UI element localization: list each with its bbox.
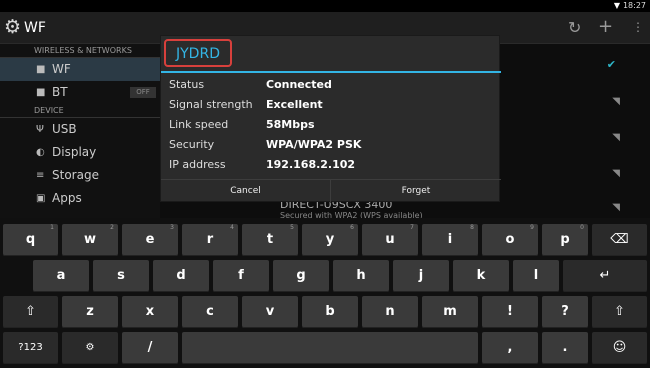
key-exclamation[interactable]: ! [482,296,538,328]
key-m[interactable]: m [422,296,478,328]
storage-icon: ≡ [36,170,45,181]
dialog-title: JYDRD [164,39,232,67]
apps-icon: ▣ [36,193,46,204]
check-icon: ✔ [606,58,616,71]
key-h[interactable]: h [333,260,389,292]
backspace-icon: ⌫ [610,232,629,247]
sidebar-item-usb[interactable]: Ψ USB [0,118,160,141]
detail-value: 58Mbps [266,118,315,131]
detail-value: 192.168.2.102 [266,158,356,171]
wifi-lock-icon: ◥ [612,168,620,179]
key-x[interactable]: x [122,296,178,328]
key-k[interactable]: k [453,260,509,292]
cancel-button[interactable]: Cancel [161,180,331,203]
sidebar-item-label: Apps [52,191,82,205]
bluetooth-icon: ■ [36,87,46,98]
keyboard-settings-key[interactable]: ⚙ [62,332,118,364]
key-period[interactable]: . [542,332,588,364]
key-t[interactable]: t5 [242,224,298,256]
key-g[interactable]: g [273,260,329,292]
sidebar-item-display[interactable]: ◐ Display [0,141,160,164]
section-header-wireless: WIRELESS & NETWORKS [0,44,160,58]
shift-key-right[interactable]: ⇧ [592,296,647,328]
shift-icon: ⇧ [614,304,625,319]
key-f[interactable]: f [213,260,269,292]
key-question[interactable]: ? [542,296,588,328]
wifi-lock-icon: ◥ [612,202,620,213]
symbols-mode-key[interactable]: ?123 [3,332,58,364]
key-c[interactable]: c [182,296,238,328]
sidebar-item-storage[interactable]: ≡ Storage [0,164,160,187]
shift-key-left[interactable]: ⇧ [3,296,58,328]
enter-key[interactable]: ↵ [563,260,647,292]
section-header-device: DEVICE [0,104,160,118]
clock: 18:27 [622,1,646,10]
wps-icon[interactable]: ↻ [568,18,581,37]
detail-key: Status [169,78,205,91]
sidebar-item-label: Storage [52,168,99,182]
key-e[interactable]: e3 [122,224,178,256]
key-v[interactable]: v [242,296,298,328]
status-bar: ▼ 18:27 [0,0,650,12]
key-i[interactable]: i8 [422,224,478,256]
settings-icon: ⚙ [85,342,95,353]
detail-value: Excellent [266,98,323,111]
smiley-icon: ☺ [612,340,627,355]
key-j[interactable]: j [393,260,449,292]
key-slash[interactable]: / [122,332,178,364]
page-title: WF [24,20,46,36]
key-p[interactable]: p0 [542,224,588,256]
key-comma[interactable]: , [482,332,538,364]
bluetooth-toggle[interactable]: OFF [130,87,156,98]
key-r[interactable]: r4 [182,224,238,256]
dialog-divider [161,71,501,73]
wifi-lock-icon: ◥ [612,132,620,143]
detail-key: Signal strength [169,98,253,111]
sidebar-item-label: WF [52,62,71,76]
key-w[interactable]: w2 [62,224,118,256]
detail-value: WPA/WPA2 PSK [266,138,362,151]
emoji-key[interactable]: ☺ [592,332,647,364]
key-z[interactable]: z [62,296,118,328]
settings-list: WIRELESS & NETWORKS ■ WF ■ BT OFF DEVICE… [0,44,160,220]
wifi-signal-icon: ▼ [613,1,620,10]
forget-button[interactable]: Forget [331,180,501,203]
shift-icon: ⇧ [25,304,36,319]
sidebar-item-apps[interactable]: ▣ Apps [0,187,160,210]
key-s[interactable]: s [93,260,149,292]
on-screen-keyboard: q1 w2 e3 r4 t5 y6 u7 i8 o9 p0 ⌫ a s d f … [0,218,650,368]
wifi-lock-icon: ◥ [612,96,620,107]
usb-icon: Ψ [36,124,44,135]
detail-key: Link speed [169,118,229,131]
key-u[interactable]: u7 [362,224,418,256]
sidebar-item-bluetooth[interactable]: ■ BT OFF [0,81,160,104]
sidebar-item-wifi[interactable]: ■ WF [0,58,160,81]
detail-key: IP address [169,158,226,171]
key-q[interactable]: q1 [3,224,58,256]
key-l[interactable]: l [513,260,559,292]
display-icon: ◐ [36,147,45,158]
key-b[interactable]: b [302,296,358,328]
key-n[interactable]: n [362,296,418,328]
overflow-menu-icon[interactable]: ⋮ [632,20,644,34]
space-key[interactable] [182,332,478,364]
detail-key: Security [169,138,215,151]
enter-icon: ↵ [599,268,611,283]
sidebar-item-label: USB [52,122,77,136]
gear-icon[interactable]: ⚙ [4,17,24,37]
sidebar-item-label: BT [52,85,68,99]
backspace-key[interactable]: ⌫ [592,224,647,256]
key-d[interactable]: d [153,260,209,292]
detail-value: Connected [266,78,332,91]
wifi-icon: ■ [36,64,46,75]
network-details-dialog: JYDRD Status Connected Signal strength E… [160,35,501,203]
add-icon[interactable]: + [598,16,613,37]
key-a[interactable]: a [33,260,89,292]
key-o[interactable]: o9 [482,224,538,256]
dialog-button-bar: Cancel Forget [161,179,501,203]
sidebar-item-label: Display [52,145,97,159]
key-y[interactable]: y6 [302,224,358,256]
